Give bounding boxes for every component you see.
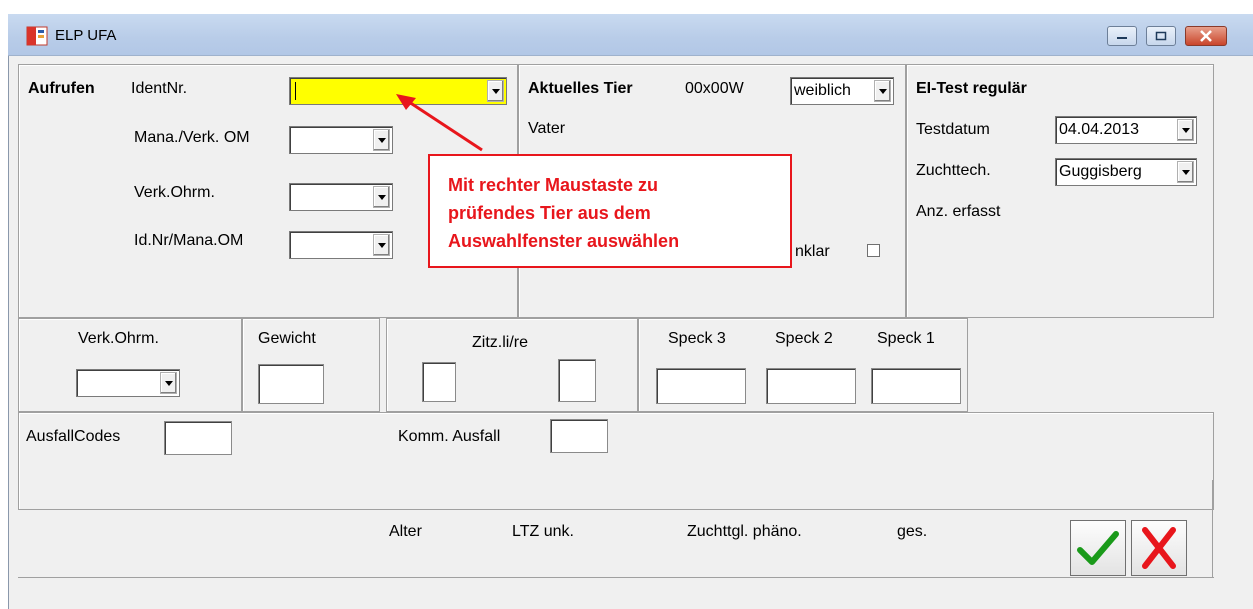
speck1-input[interactable] (871, 368, 961, 404)
measure-verk-ohrm-combo[interactable] (76, 369, 180, 397)
sex-value: weiblich (794, 82, 851, 99)
verk-ohrm-dropdown-button[interactable] (373, 186, 390, 208)
verk-ohrm-label: Verk.Ohrm. (134, 184, 215, 201)
gewicht-label: Gewicht (258, 330, 316, 347)
tier-id: 00x00W (685, 80, 744, 97)
measure-verk-ohrm-label: Verk.Ohrm. (78, 330, 159, 347)
ok-button[interactable] (1070, 520, 1126, 576)
measure-verk-ohrm-dropdown-button[interactable] (160, 372, 177, 394)
testdatum-label: Testdatum (916, 121, 990, 138)
window-title: ELP UFA (55, 27, 117, 44)
speck1-label: Speck 1 (877, 330, 935, 347)
zuchttgl-label: Zuchttgl. phäno. (687, 523, 802, 540)
mana-verk-om-label: Mana./Verk. OM (134, 129, 250, 146)
alter-label: Alter (389, 523, 422, 540)
komm-ausfall-label: Komm. Ausfall (398, 428, 501, 445)
ltz-label: LTZ unk. (512, 523, 574, 540)
idnr-mana-om-dropdown-button[interactable] (373, 234, 390, 256)
maximize-button[interactable] (1146, 26, 1176, 46)
aktuelles-tier-header: Aktuelles Tier (528, 80, 633, 97)
callout-line: Auswahlfenster auswählen (448, 231, 680, 251)
komm-ausfall-input[interactable] (550, 419, 608, 453)
zitzen-left-input[interactable] (422, 362, 456, 402)
mana-verk-om-combo[interactable] (289, 126, 393, 154)
speck3-label: Speck 3 (668, 330, 726, 347)
idnr-mana-om-label: Id.Nr/Mana.OM (134, 232, 244, 249)
speck2-input[interactable] (766, 368, 856, 404)
callout-line: prüfendes Tier aus dem (448, 203, 651, 223)
minimize-button[interactable] (1107, 26, 1137, 46)
sex-combo[interactable]: weiblich (790, 77, 894, 105)
sex-dropdown-button[interactable] (874, 80, 891, 102)
close-button[interactable] (1185, 26, 1227, 46)
identnr-label: IdentNr. (131, 80, 188, 97)
app-icon (26, 26, 48, 46)
annotation-callout-text: Mit rechter Maustaste zu prüfendes Tier … (448, 171, 788, 255)
ausfall-codes-input[interactable] (164, 421, 232, 455)
chevron-down-icon (377, 194, 386, 200)
testdatum-dropdown-button[interactable] (1177, 119, 1194, 141)
maximize-icon (1155, 31, 1167, 41)
ausfall-codes-label: AusfallCodes (26, 428, 121, 445)
gewicht-input[interactable] (258, 364, 324, 404)
title-bar: ELP UFA (8, 14, 1253, 56)
chevron-down-icon (377, 242, 386, 248)
zitzen-label: Zitz.li/re (472, 334, 528, 351)
mana-verk-om-dropdown-button[interactable] (373, 129, 390, 151)
verk-ohrm-combo[interactable] (289, 183, 393, 211)
cancel-button[interactable] (1131, 520, 1187, 576)
ges-label: ges. (897, 523, 928, 540)
ei-test-panel (906, 64, 1214, 318)
testdatum-value: 04.04.2013 (1059, 121, 1140, 138)
ei-test-header: EI-Test regulär (916, 80, 1027, 97)
close-icon (1200, 30, 1212, 42)
annotation-arrow (396, 94, 483, 152)
chevron-down-icon (1181, 169, 1190, 175)
zuchttech-value: Guggisberg (1059, 163, 1142, 180)
text-cursor (295, 82, 296, 100)
chevron-down-icon (878, 88, 887, 94)
chevron-down-icon (164, 380, 173, 386)
vater-label: Vater (528, 120, 566, 137)
unklar-label: nklar (795, 243, 830, 260)
aufrufen-header: Aufrufen (28, 80, 95, 97)
chevron-down-icon (377, 137, 386, 143)
chevron-down-icon (1181, 127, 1190, 133)
idnr-mana-om-combo[interactable] (289, 231, 393, 259)
zuchttech-combo[interactable]: Guggisberg (1055, 158, 1197, 186)
anz-erfasst-label: Anz. erfasst (916, 203, 1001, 220)
zuchttech-dropdown-button[interactable] (1177, 161, 1194, 183)
chevron-down-icon (491, 88, 500, 94)
unklar-checkbox[interactable] (867, 244, 880, 257)
minimize-icon (1117, 37, 1127, 39)
bottom-divider (18, 577, 1214, 578)
cross-icon (1142, 527, 1176, 569)
speck2-label: Speck 2 (775, 330, 833, 347)
checkmark-icon (1077, 531, 1119, 565)
speck3-input[interactable] (656, 368, 746, 404)
zuchttech-label: Zuchttech. (916, 162, 991, 179)
bottom-divider-right (1212, 480, 1213, 578)
testdatum-combo[interactable]: 04.04.2013 (1055, 116, 1197, 144)
callout-line: Mit rechter Maustaste zu (448, 175, 659, 195)
zitzen-right-input[interactable] (558, 359, 596, 402)
